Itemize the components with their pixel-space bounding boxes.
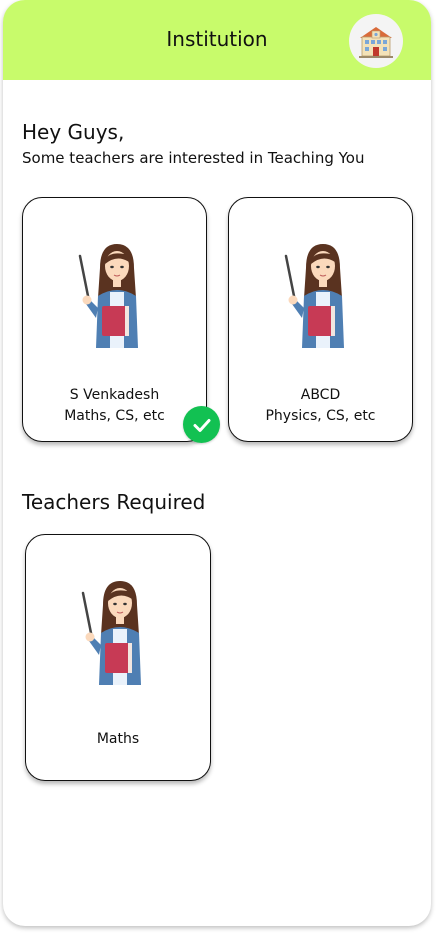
teacher-subjects: Maths, CS, etc: [64, 408, 165, 424]
section-title-teachers-required: Teachers Required: [22, 490, 206, 514]
required-teacher-card[interactable]: Maths: [25, 534, 211, 781]
school-building-icon[interactable]: [349, 14, 403, 68]
teacher-subjects: Physics, CS, etc: [265, 408, 376, 424]
app-screen: Institution Hey Guys, Some teachers are …: [3, 0, 431, 926]
teacher-illustration: [284, 244, 344, 348]
greeting-subtitle: Some teachers are interested in Teaching…: [22, 149, 365, 167]
greeting-title: Hey Guys,: [22, 120, 125, 144]
teacher-card[interactable]: S Venkadesh Maths, CS, etc: [22, 197, 207, 442]
selected-check-icon[interactable]: [183, 406, 220, 443]
top-bar: Institution: [3, 0, 431, 80]
teacher-illustration: [78, 244, 138, 348]
teacher-name: S Venkadesh: [69, 387, 160, 403]
teacher-card[interactable]: ABCD Physics, CS, etc: [228, 197, 413, 442]
teacher-illustration: [81, 581, 141, 685]
teacher-name: ABCD: [300, 387, 341, 403]
required-subject: Maths: [96, 731, 140, 747]
